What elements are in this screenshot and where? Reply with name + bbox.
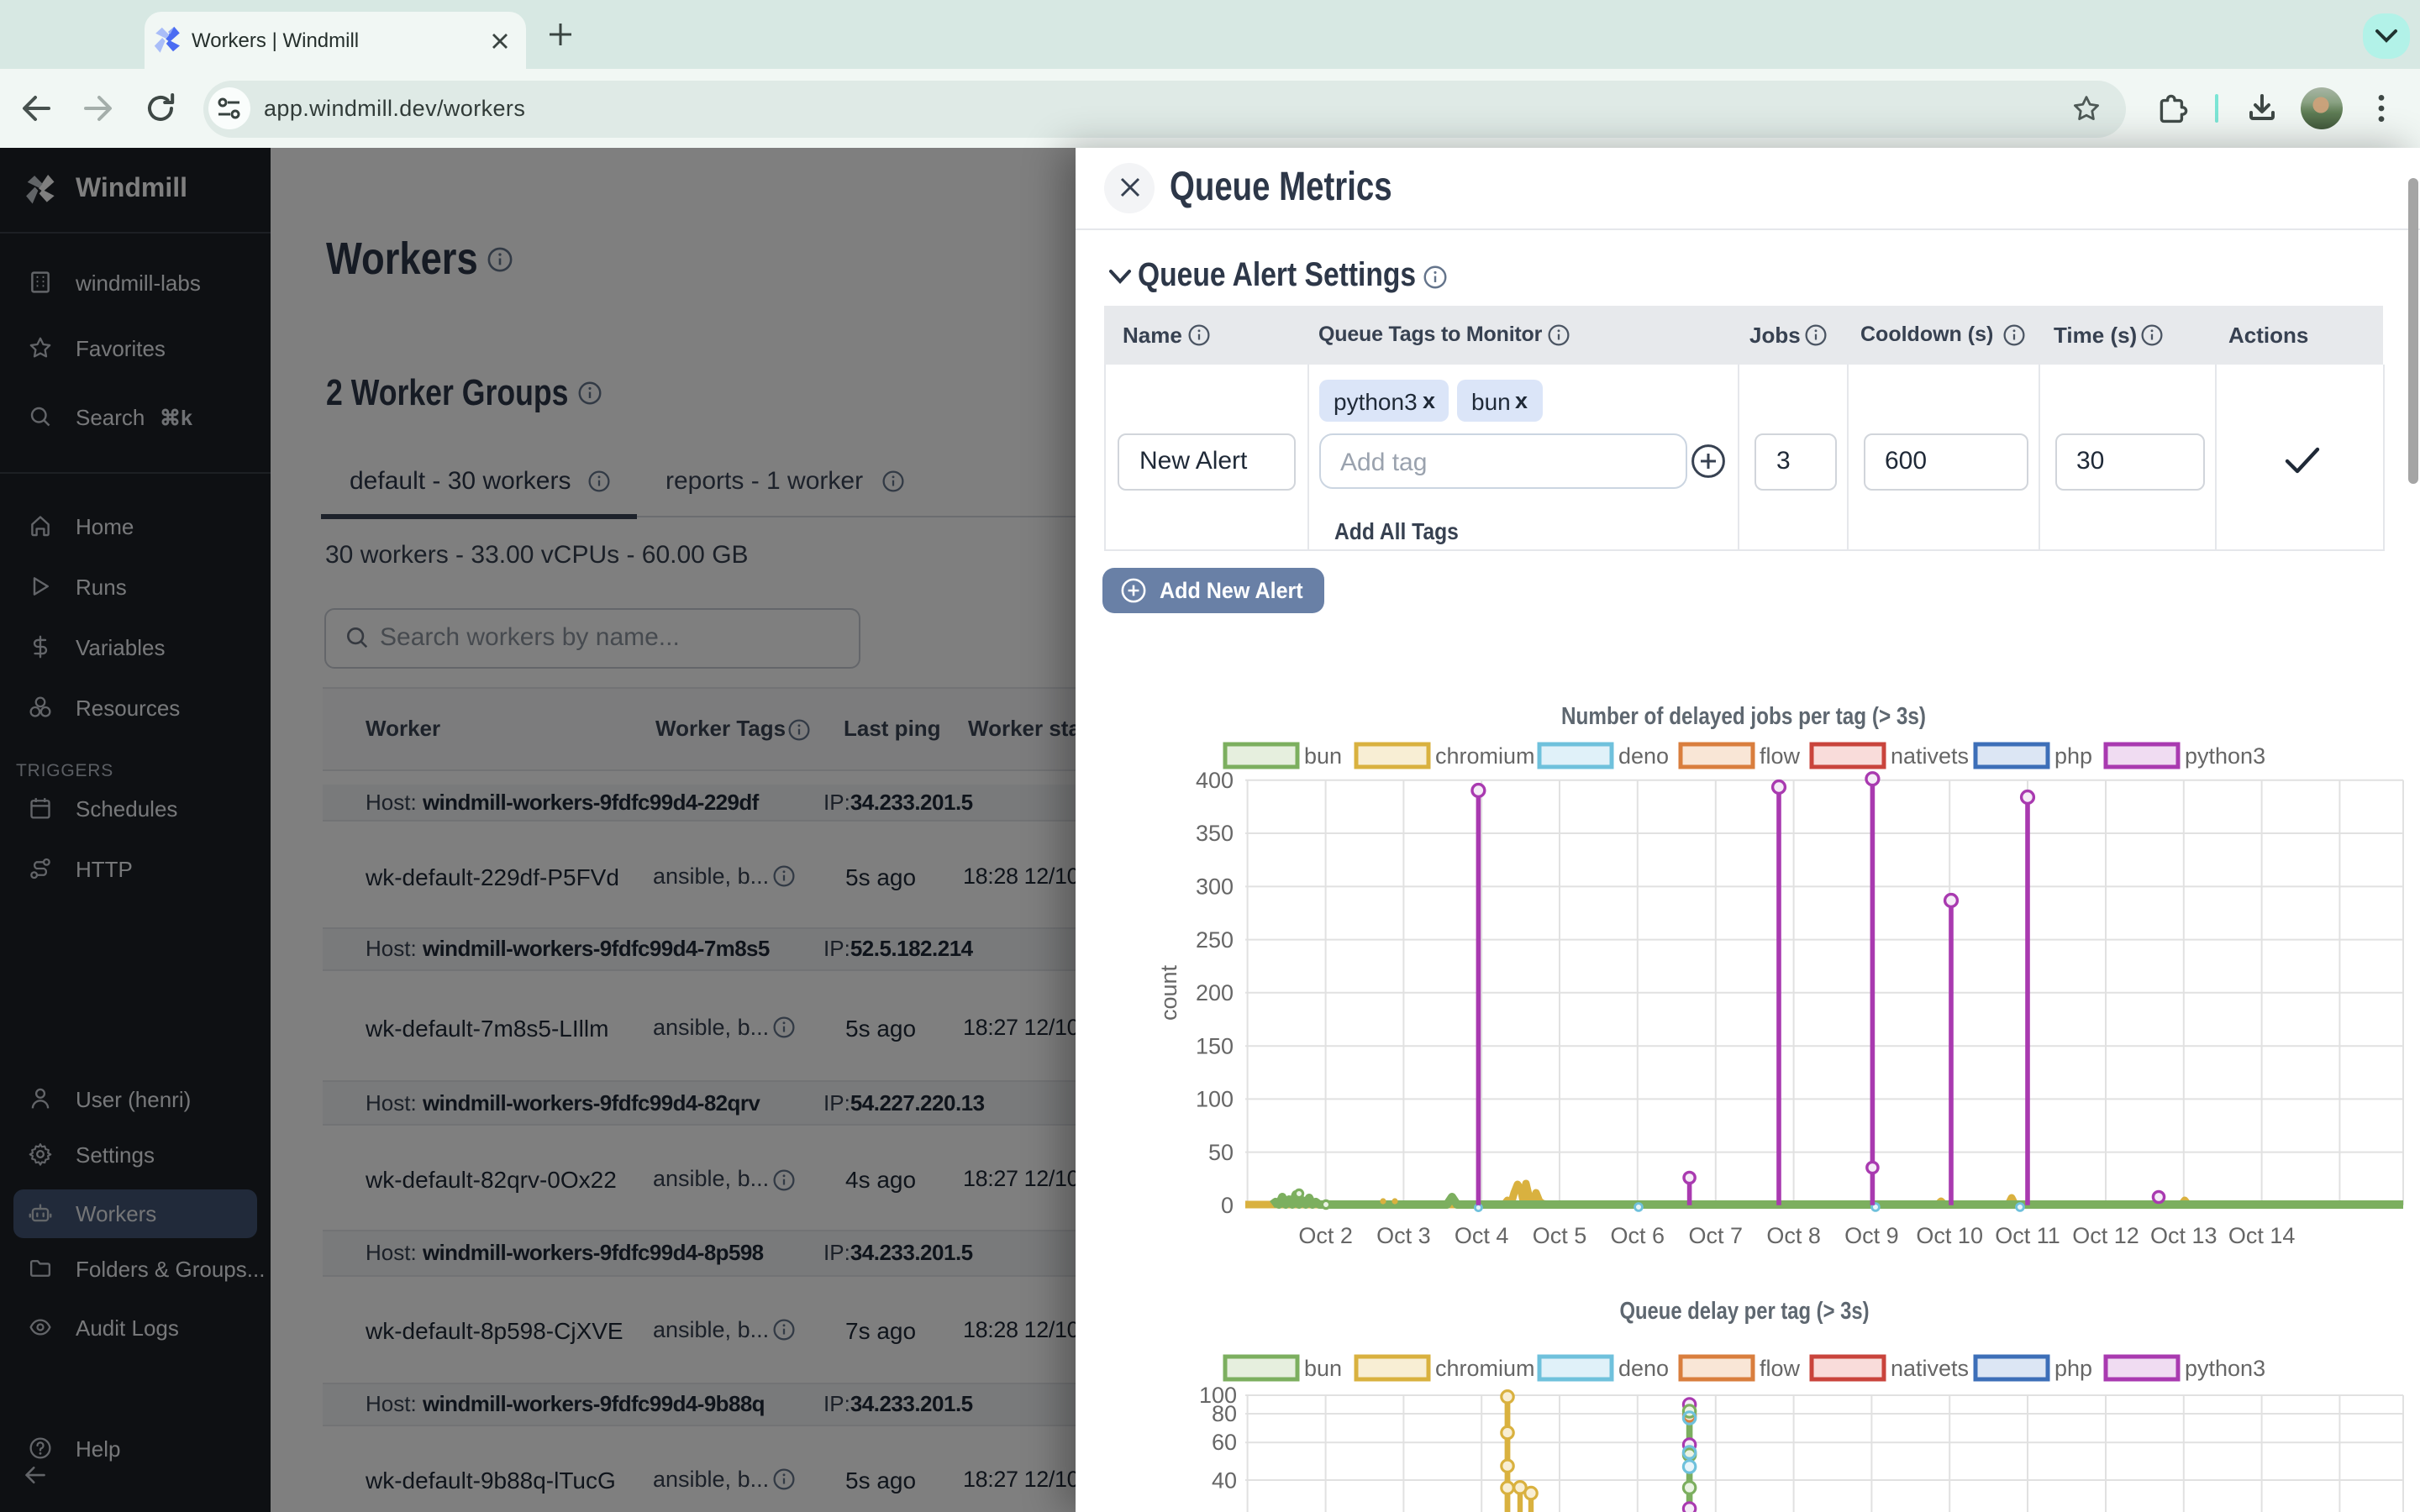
svg-text:Oct 2: Oct 2 xyxy=(1298,1223,1353,1248)
svg-text:60: 60 xyxy=(1212,1430,1237,1455)
svg-text:Oct 5: Oct 5 xyxy=(1533,1223,1587,1248)
svg-text:Oct 8: Oct 8 xyxy=(1766,1223,1821,1248)
svg-text:Oct 4: Oct 4 xyxy=(1455,1223,1509,1248)
svg-text:bun: bun xyxy=(1304,743,1342,769)
svg-text:flow: flow xyxy=(1760,743,1801,769)
svg-text:Number of delayed jobs per tag: Number of delayed jobs per tag (> 3s) xyxy=(1561,702,1926,729)
svg-text:Queue delay per tag (> 3s): Queue delay per tag (> 3s) xyxy=(1620,1297,1870,1324)
svg-text:chromium: chromium xyxy=(1435,743,1535,769)
svg-text:count: count xyxy=(1156,964,1181,1021)
svg-text:Oct 12: Oct 12 xyxy=(2072,1223,2139,1248)
svg-text:200: 200 xyxy=(1196,980,1234,1005)
svg-text:deno: deno xyxy=(1618,743,1669,769)
svg-text:50: 50 xyxy=(1208,1140,1234,1165)
svg-text:Oct 9: Oct 9 xyxy=(1844,1223,1899,1248)
svg-text:80: 80 xyxy=(1212,1401,1237,1426)
svg-text:chromium: chromium xyxy=(1435,1356,1535,1381)
svg-text:0: 0 xyxy=(1221,1193,1234,1218)
svg-text:php: php xyxy=(2054,1356,2092,1381)
svg-text:flow: flow xyxy=(1760,1356,1801,1381)
svg-text:python3: python3 xyxy=(2185,743,2265,769)
svg-text:100: 100 xyxy=(1196,1087,1234,1112)
svg-text:nativets: nativets xyxy=(1891,743,1969,769)
svg-text:deno: deno xyxy=(1618,1356,1669,1381)
svg-text:Oct 6: Oct 6 xyxy=(1611,1223,1665,1248)
svg-text:Oct 10: Oct 10 xyxy=(1916,1223,1983,1248)
svg-text:400: 400 xyxy=(1196,768,1234,793)
svg-text:php: php xyxy=(2054,743,2092,769)
svg-text:Oct 11: Oct 11 xyxy=(1995,1223,2060,1248)
svg-text:bun: bun xyxy=(1304,1356,1342,1381)
svg-text:350: 350 xyxy=(1196,821,1234,846)
svg-text:nativets: nativets xyxy=(1891,1356,1969,1381)
svg-text:40: 40 xyxy=(1212,1467,1237,1493)
svg-text:Oct 7: Oct 7 xyxy=(1689,1223,1744,1248)
svg-text:150: 150 xyxy=(1196,1033,1234,1058)
svg-text:300: 300 xyxy=(1196,874,1234,900)
svg-text:python3: python3 xyxy=(2185,1356,2265,1381)
svg-text:Oct 3: Oct 3 xyxy=(1376,1223,1431,1248)
svg-text:250: 250 xyxy=(1196,927,1234,953)
svg-text:Oct 13: Oct 13 xyxy=(2150,1223,2217,1248)
svg-text:Oct 14: Oct 14 xyxy=(2228,1223,2296,1248)
